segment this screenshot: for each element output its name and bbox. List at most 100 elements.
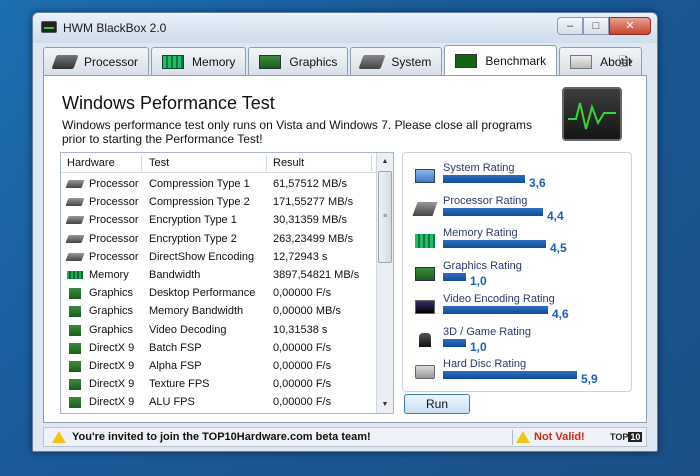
app-icon bbox=[41, 21, 57, 33]
table-row[interactable]: Processor Compression Type 1 61,57512 MB/s bbox=[61, 175, 377, 193]
test-cell: Desktop Performance bbox=[149, 287, 256, 300]
tab-memory[interactable]: Memory bbox=[151, 47, 247, 75]
hardware-cell: Processor bbox=[89, 196, 139, 209]
result-cell: 0,00000 F/s bbox=[273, 378, 332, 391]
hardware-cell: Processor bbox=[89, 232, 139, 245]
status-divider bbox=[512, 430, 513, 445]
results-table[interactable]: Hardware Test Result Processor Compressio… bbox=[60, 152, 394, 414]
rating-label: 3D / Game Rating bbox=[443, 325, 532, 338]
tab-bar: Processor Memory Graphics System Benchma… bbox=[43, 45, 644, 75]
warning-icon bbox=[52, 431, 66, 443]
rating-item: Hard Disc Rating 5,9 bbox=[403, 355, 633, 387]
hardware-cell: Processor bbox=[89, 250, 139, 263]
minimize-button[interactable]: – bbox=[557, 17, 583, 35]
hardware-cell: DirectX 9 bbox=[89, 378, 135, 391]
rating-value: 5,9 bbox=[581, 372, 598, 387]
table-row[interactable]: Processor Encryption Type 1 30,31359 MB/s bbox=[61, 211, 377, 229]
close-button[interactable]: ✕ bbox=[609, 17, 651, 35]
table-row[interactable]: Graphics Memory Bandwidth 0,00000 MB/s bbox=[61, 302, 377, 320]
column-header-result[interactable]: Result bbox=[273, 157, 304, 169]
table-row[interactable]: DirectX 9 Texture FPS 0,00000 F/s bbox=[61, 375, 377, 393]
rating-bar bbox=[443, 371, 577, 380]
test-cell: Compression Type 2 bbox=[149, 196, 250, 209]
status-bar: You're invited to join the TOP10Hardware… bbox=[43, 427, 647, 447]
tab-benchmark[interactable]: Benchmark bbox=[444, 45, 558, 75]
table-row[interactable]: Processor Encryption Type 2 263,23499 MB/s bbox=[61, 230, 377, 248]
table-scrollbar[interactable]: ▲ ≡ ▼ bbox=[376, 153, 393, 413]
table-row[interactable]: Processor Compression Type 2 171,55277 MB/… bbox=[61, 193, 377, 211]
system-icon bbox=[358, 54, 386, 69]
page-description: Windows performance test only runs on Vi… bbox=[62, 118, 532, 146]
test-cell: Batch FSP bbox=[149, 341, 202, 354]
result-cell: 10,31538 s bbox=[273, 323, 328, 336]
rating-item: System Rating 3,6 bbox=[403, 159, 633, 191]
top10-logo[interactable]: TOP 10 bbox=[610, 430, 644, 445]
validity-status: Not Valid! bbox=[534, 431, 585, 443]
result-cell: 30,31359 MB/s bbox=[273, 214, 347, 227]
title-bar[interactable]: HWM BlackBox 2.0 – □ ✕ bbox=[33, 13, 657, 43]
hardware-cell: DirectX 9 bbox=[89, 396, 135, 409]
scroll-down-arrow[interactable]: ▼ bbox=[377, 396, 393, 413]
tab-graphics[interactable]: Graphics bbox=[248, 47, 349, 75]
rating-label: Processor Rating bbox=[443, 194, 528, 207]
result-cell: 171,55277 MB/s bbox=[273, 196, 354, 209]
tab-label: Memory bbox=[192, 54, 236, 69]
beta-invite-text[interactable]: You're invited to join the TOP10Hardware… bbox=[72, 431, 371, 443]
maximize-button[interactable]: □ bbox=[583, 17, 609, 35]
tab-system[interactable]: System bbox=[350, 47, 443, 75]
table-row[interactable]: Memory Bandwidth 3897,54821 MB/s bbox=[61, 266, 377, 284]
result-cell: 0,00000 F/s bbox=[273, 396, 332, 409]
rating-label: System Rating bbox=[443, 162, 515, 174]
rating-item: Memory Rating 4,5 bbox=[403, 224, 633, 256]
result-cell: 0,00000 F/s bbox=[273, 360, 332, 372]
table-row[interactable]: Processor DirectShow Encoding 12,72943 s bbox=[61, 248, 377, 266]
rating-bar bbox=[443, 207, 543, 216]
rating-item: Processor Rating 4,4 bbox=[403, 192, 633, 224]
test-cell: Alpha FSP bbox=[149, 360, 202, 372]
column-header-hardware[interactable]: Hardware bbox=[67, 157, 115, 169]
table-row[interactable]: Graphics Desktop Performance 0,00000 F/s bbox=[61, 284, 377, 302]
test-cell: Texture FPS bbox=[149, 378, 210, 391]
graphics-rating-icon bbox=[415, 267, 435, 282]
rating-value: 3,6 bbox=[529, 176, 546, 190]
tab-label: System bbox=[391, 54, 432, 69]
column-header-test[interactable]: Test bbox=[149, 157, 169, 169]
scroll-up-arrow[interactable]: ▲ bbox=[377, 153, 393, 170]
result-cell: 61,57512 MB/s bbox=[273, 178, 347, 190]
video-rating-icon bbox=[415, 299, 435, 314]
graphics-icon bbox=[259, 54, 282, 69]
processor-icon bbox=[65, 180, 85, 188]
about-icon bbox=[570, 54, 593, 69]
rating-value: 1,0 bbox=[470, 339, 487, 354]
table-row[interactable]: DirectX 9 Batch FSP 0,00000 F/s bbox=[61, 339, 377, 357]
hard-disc-rating-icon bbox=[415, 365, 435, 380]
tab-processor[interactable]: Processor bbox=[43, 47, 150, 75]
test-cell: Compression Type 1 bbox=[149, 178, 250, 190]
rating-item: Graphics Rating 1,0 bbox=[403, 257, 633, 289]
run-button[interactable]: Run bbox=[404, 394, 470, 414]
rating-bar bbox=[443, 305, 548, 314]
memory-rating-icon bbox=[415, 234, 435, 249]
memory-icon bbox=[67, 271, 83, 279]
graphics-icon bbox=[69, 342, 81, 354]
graphics-icon bbox=[69, 288, 81, 300]
benchmark-icon bbox=[455, 53, 478, 68]
hardware-cell: DirectX 9 bbox=[89, 341, 135, 354]
test-cell: Bandwidth bbox=[149, 269, 201, 281]
hardware-cell: Processor bbox=[89, 178, 139, 190]
processor-icon bbox=[65, 252, 85, 261]
test-cell: ALU FPS bbox=[149, 396, 195, 409]
scroll-thumb[interactable]: ≡ bbox=[378, 171, 392, 263]
window-controls: – □ ✕ bbox=[557, 17, 651, 35]
tab-label: Graphics bbox=[289, 54, 338, 69]
table-row[interactable]: DirectX 9 ALU FPS 0,00000 F/s bbox=[61, 393, 377, 411]
test-cell: Memory Bandwidth bbox=[149, 305, 244, 318]
result-cell: 3897,54821 MB/s bbox=[273, 269, 360, 281]
ratings-panel: System Rating 3,6 Processor Rating 4,4 Memor… bbox=[402, 152, 632, 392]
memory-icon bbox=[162, 54, 185, 69]
app-window: HWM BlackBox 2.0 – □ ✕ Processor Memory … bbox=[32, 12, 658, 452]
table-row[interactable]: DirectX 9 Alpha FSP 0,00000 F/s bbox=[61, 357, 377, 375]
export-menu-button[interactable]: 🗎▾ bbox=[619, 53, 633, 74]
table-row[interactable]: Graphics Video Decoding 10,31538 s bbox=[61, 321, 377, 339]
rating-label: Video Encoding Rating bbox=[443, 292, 555, 305]
